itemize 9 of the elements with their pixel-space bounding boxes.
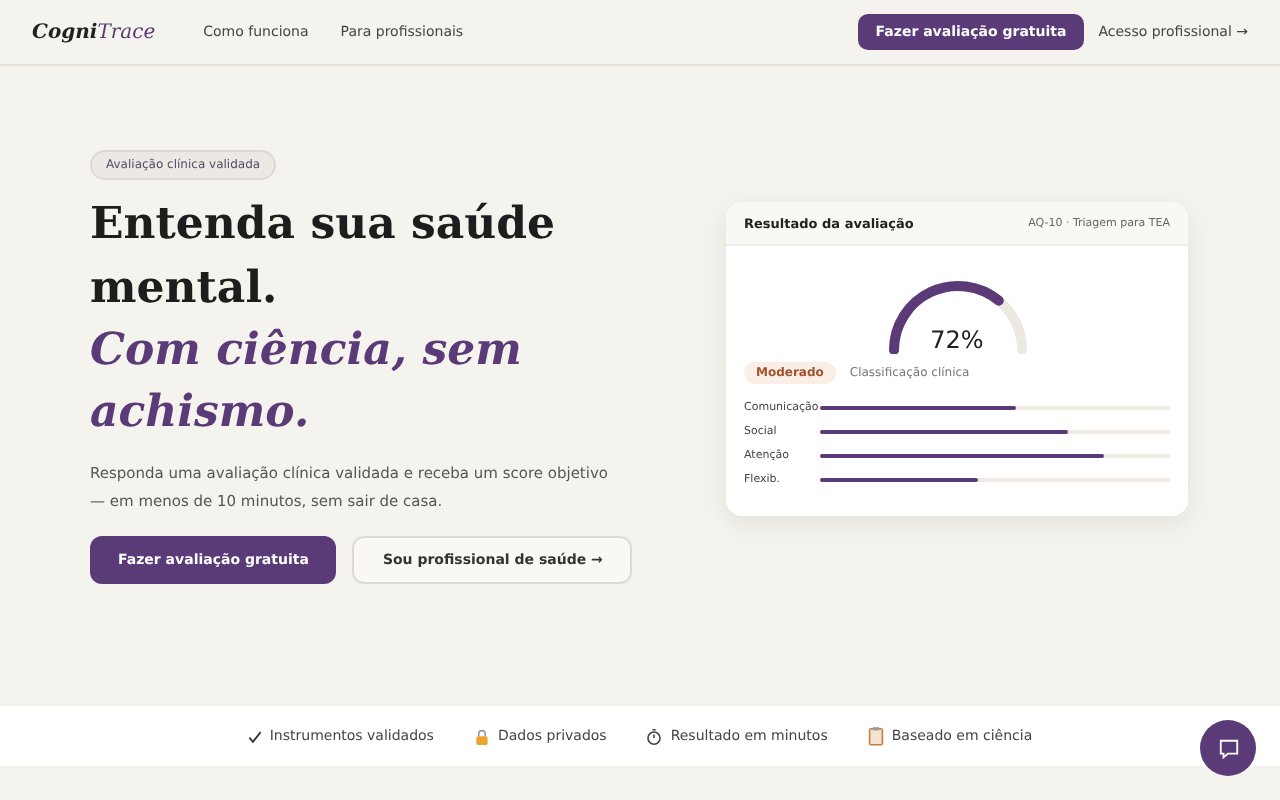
logo[interactable]: CogniTrace bbox=[32, 21, 156, 43]
stopwatch-icon bbox=[646, 727, 663, 745]
headline: Entenda sua saúde mental. bbox=[90, 196, 558, 318]
chat-icon bbox=[1217, 737, 1239, 759]
headline-accent: Com ciência, sem achismo. bbox=[90, 322, 524, 442]
check-icon bbox=[247, 729, 262, 743]
clipboard-icon bbox=[867, 726, 884, 746]
score: 72% bbox=[928, 326, 986, 354]
lock-icon bbox=[473, 727, 490, 745]
